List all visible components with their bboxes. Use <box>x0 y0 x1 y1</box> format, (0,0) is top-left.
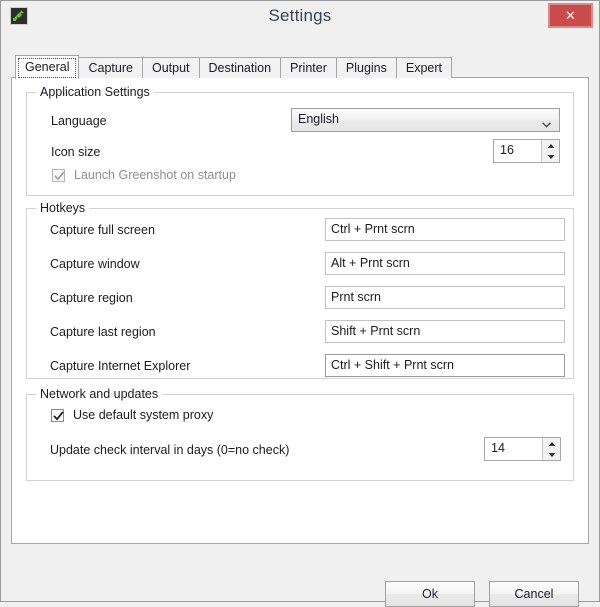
title-bar: Settings ✕ <box>1 1 599 34</box>
language-dropdown-value: English <box>298 112 339 126</box>
dialog-footer: Ok Cancel <box>11 562 589 607</box>
hotkey-value-internet-explorer: Ctrl + Shift + Prnt scrn <box>331 358 454 372</box>
hotkey-label-internet-explorer: Capture Internet Explorer <box>50 359 191 373</box>
hotkey-value-last-region: Shift + Prnt scrn <box>331 324 421 338</box>
tab-destination-label: Destination <box>208 61 272 75</box>
icon-size-stepper-buttons <box>541 140 559 162</box>
tab-plugins-label: Plugins <box>345 61 387 75</box>
tab-expert-label: Expert <box>405 61 443 75</box>
icon-size-increment-icon[interactable] <box>542 140 559 151</box>
hotkey-value-full-screen: Ctrl + Prnt scrn <box>331 222 415 236</box>
hotkey-label-region: Capture region <box>50 291 133 305</box>
group-network-and-updates-title: Network and updates <box>36 387 163 401</box>
update-interval-value: 14 <box>485 438 542 460</box>
hotkey-label-window: Capture window <box>50 257 140 271</box>
tab-printer[interactable]: Printer <box>280 57 337 78</box>
close-icon[interactable]: ✕ <box>548 3 593 28</box>
hotkey-input-region[interactable]: Prnt scrn <box>325 286 565 309</box>
use-default-proxy-checkbox[interactable]: Use default system proxy <box>51 408 213 422</box>
ok-button[interactable]: Ok <box>385 581 475 607</box>
tab-capture-label: Capture <box>88 61 133 75</box>
launch-on-startup-checkbox[interactable]: Launch Greenshot on startup <box>52 168 236 182</box>
tab-expert[interactable]: Expert <box>395 57 453 78</box>
tab-destination[interactable]: Destination <box>198 57 282 78</box>
update-interval-decrement-icon[interactable] <box>543 449 560 460</box>
group-network-and-updates: Network and updates Use default system p… <box>26 387 574 481</box>
hotkey-input-last-region[interactable]: Shift + Prnt scrn <box>325 320 565 343</box>
checkmark-icon <box>51 408 64 422</box>
icon-size-value: 16 <box>494 140 541 162</box>
tab-strip: General Capture Output Destination Print… <box>11 55 589 79</box>
language-dropdown[interactable]: English <box>291 108 560 132</box>
update-interval-stepper-buttons <box>542 438 560 460</box>
hotkey-value-region: Prnt scrn <box>331 290 382 304</box>
tab-output-label: Output <box>151 61 190 75</box>
chevron-down-icon <box>542 117 551 128</box>
update-interval-stepper[interactable]: 14 <box>484 437 561 461</box>
hotkey-input-internet-explorer[interactable]: Ctrl + Shift + Prnt scrn <box>325 354 565 377</box>
icon-size-decrement-icon[interactable] <box>542 151 559 162</box>
cancel-button[interactable]: Cancel <box>489 581 579 607</box>
use-default-proxy-label: Use default system proxy <box>73 408 214 422</box>
hotkey-input-window[interactable]: Alt + Prnt scrn <box>325 252 565 275</box>
settings-window: Settings ✕ General Capture Output Destin… <box>0 0 600 607</box>
tab-printer-label: Printer <box>290 61 327 75</box>
update-interval-label: Update check interval in days (0=no chec… <box>50 443 290 457</box>
icon-size-label: Icon size <box>51 145 101 159</box>
tab-control: General Capture Output Destination Print… <box>11 55 589 544</box>
dialog-body: General Capture Output Destination Print… <box>1 34 599 607</box>
icon-size-stepper[interactable]: 16 <box>493 139 560 163</box>
hotkey-value-window: Alt + Prnt scrn <box>331 256 410 270</box>
checkmark-icon <box>52 168 65 182</box>
tab-general[interactable]: General <box>15 55 80 79</box>
tab-output[interactable]: Output <box>141 57 200 78</box>
tab-plugins[interactable]: Plugins <box>335 57 397 78</box>
group-hotkeys: Hotkeys Capture full screen Ctrl + Prnt … <box>26 201 574 379</box>
hotkey-input-full-screen[interactable]: Ctrl + Prnt scrn <box>325 218 565 241</box>
window-title: Settings <box>268 6 332 25</box>
group-application-settings-title: Application Settings <box>36 85 154 99</box>
launch-on-startup-label: Launch Greenshot on startup <box>74 168 236 182</box>
group-application-settings: Application Settings Language English Ic… <box>26 85 574 196</box>
hotkey-label-full-screen: Capture full screen <box>50 223 155 237</box>
tab-capture[interactable]: Capture <box>78 57 143 78</box>
language-label: Language <box>51 114 107 128</box>
group-hotkeys-title: Hotkeys <box>36 201 90 215</box>
hotkey-label-last-region: Capture last region <box>50 325 156 339</box>
update-interval-increment-icon[interactable] <box>543 438 560 449</box>
tab-page-general: Application Settings Language English Ic… <box>11 77 589 544</box>
tab-general-label: General <box>25 60 70 74</box>
